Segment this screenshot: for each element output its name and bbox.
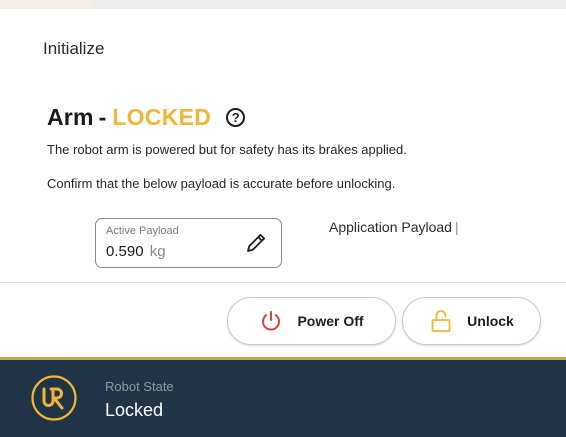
payload-confirm-note: Confirm that the below payload is accura… [47,176,396,191]
payload-unit: kg [149,243,166,260]
top-strip [0,0,566,9]
application-payload-text: Application Payload [329,219,452,235]
unlock-icon [431,310,451,332]
power-off-label: Power Off [297,313,364,329]
payload-number: 0.590 [106,243,144,260]
power-icon [262,311,281,331]
arm-panel: Arm - LOCKED ? The robot arm is powered … [0,90,566,358]
unlock-button[interactable]: Unlock [402,297,541,345]
arm-title-row: Arm - LOCKED ? [47,102,246,132]
robot-state-bar: Robot State Locked [0,360,566,437]
top-strip-accent [0,0,92,9]
ur-logo-icon [31,375,77,421]
application-payload-label[interactable]: Application Payload | [329,219,459,235]
arm-description: The robot arm is powered but for safety … [47,142,407,157]
active-payload-caption: Active Payload [106,225,179,237]
initialize-label: Initialize [43,39,105,58]
robot-state-value: Locked [105,400,164,420]
arm-state-badge: LOCKED [112,103,212,130]
arm-title-dash: - [98,103,107,130]
arm-title: Arm [47,103,94,130]
power-off-button[interactable]: Power Off [227,297,396,345]
active-payload-field[interactable]: Active Payload 0.590 kg [95,218,282,268]
divider [0,282,566,283]
robot-state-caption: Robot State [105,379,174,394]
help-icon[interactable]: ? [226,107,246,127]
unlock-label: Unlock [467,313,514,329]
text-caret: | [454,219,459,235]
initialize-row[interactable]: Initialize [0,9,566,91]
pencil-icon[interactable] [244,231,268,255]
active-payload-value: 0.590 kg [106,243,166,260]
